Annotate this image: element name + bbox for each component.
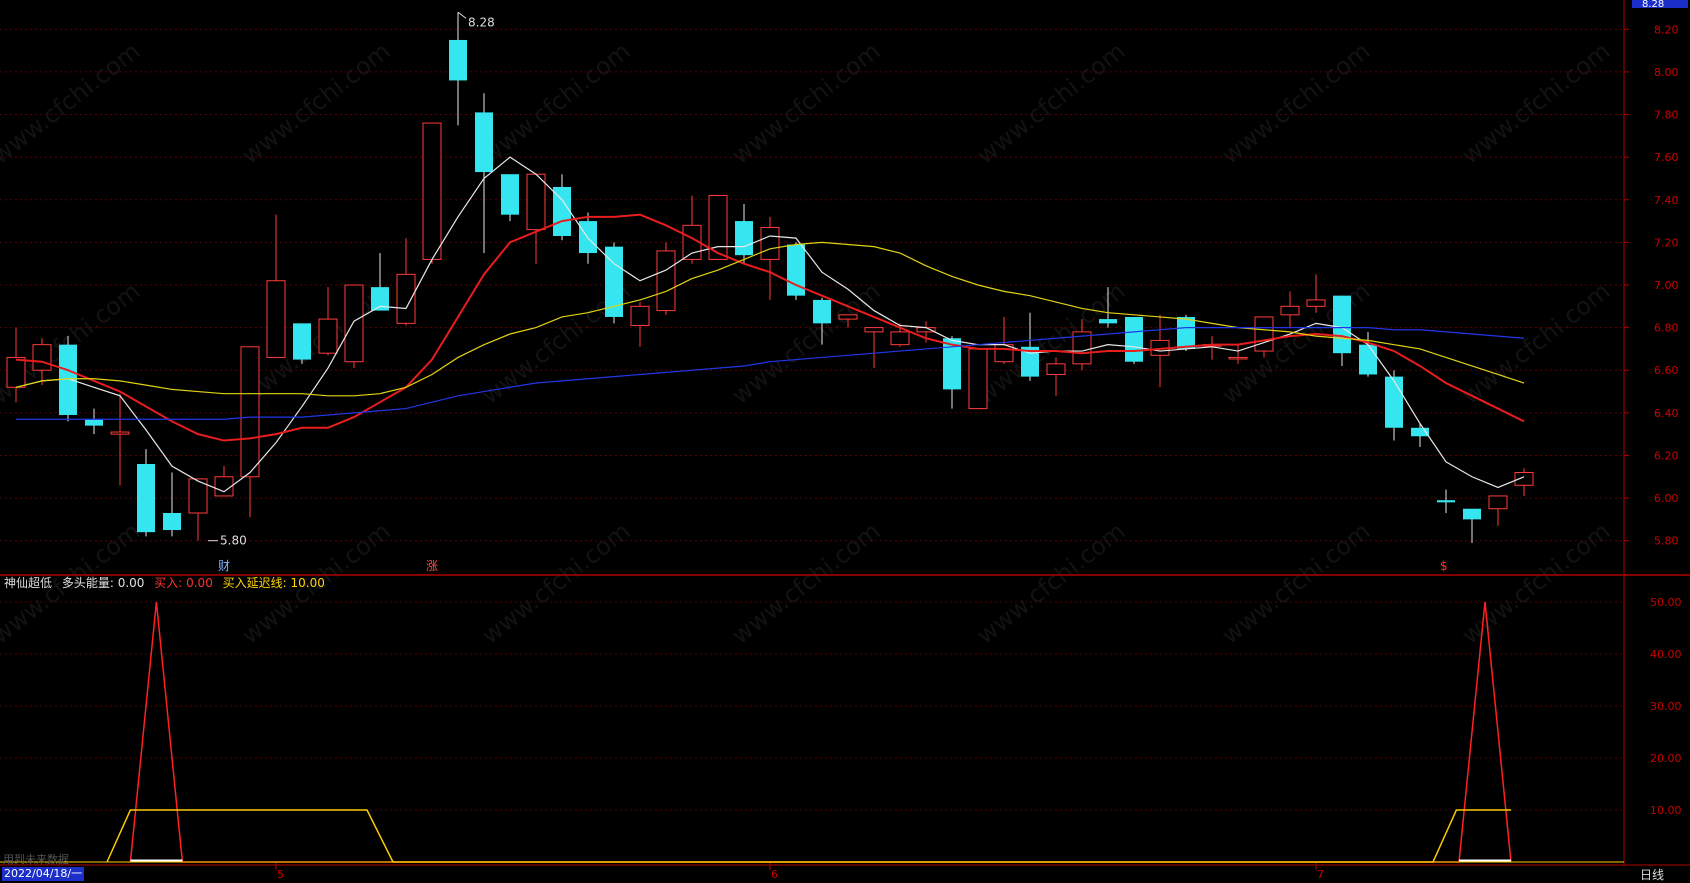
candle-body-up [968, 348, 988, 410]
candle-body-up [396, 273, 416, 324]
price-tick-label: 7.60 [1654, 151, 1679, 164]
candle-body-down [813, 299, 831, 324]
candle-body-down [1099, 319, 1117, 324]
watermark-text: www.cfchi.com [971, 517, 1130, 650]
indicator-tick-label: 10.00 [1650, 804, 1682, 817]
indicator-tick-label: 20.00 [1650, 752, 1682, 765]
candle-body-down [137, 463, 155, 533]
current-date[interactable]: 2022/04/18/一 [2, 867, 85, 881]
price-tick-label: 5.80 [1654, 535, 1679, 548]
candle-body-up [1488, 495, 1508, 510]
candle-body-up [864, 327, 884, 333]
candle-body-up [266, 280, 286, 358]
watermark-text: www.cfchi.com [726, 277, 885, 410]
indicator-energy: 多头能量: 0.00 [61, 576, 145, 590]
candle-body-down [1333, 295, 1351, 354]
candle-body-up [32, 344, 52, 371]
price-tick-label: 7.00 [1654, 279, 1679, 292]
candle-body-up [630, 305, 650, 326]
price-tick-label: 6.60 [1654, 364, 1679, 377]
candle-body-up [526, 173, 546, 231]
indicator-buy: 买入: 0.00 [154, 576, 213, 590]
candle-body-down [449, 39, 467, 81]
event-mark: $ [1440, 559, 1448, 573]
indicator-line-buy-delay [106, 809, 1511, 863]
watermark-text: www.cfchi.com [1216, 517, 1375, 650]
event-mark: 财 [218, 559, 230, 573]
price-tick-label: 6.40 [1654, 407, 1679, 420]
candle-body-down [735, 221, 753, 256]
high-marker-arrow [457, 11, 467, 19]
candle-body-down [163, 512, 181, 531]
price-tick-label: 6.20 [1654, 449, 1679, 462]
watermark-text: www.cfchi.com [1456, 517, 1615, 650]
candle-body-down [1125, 316, 1143, 362]
last-price-label: 8.28 [1642, 0, 1664, 10]
candle-body-down [1385, 376, 1403, 428]
watermark-text: www.cfchi.com [971, 37, 1130, 170]
candle-body-up [6, 356, 26, 388]
price-tick-label: 6.80 [1654, 322, 1679, 335]
period-label[interactable]: 日线 [1640, 866, 1664, 883]
candle-body-down [1463, 508, 1481, 520]
x-tick-label: 5 [277, 868, 284, 881]
future-data-note: 用到未来数据 [3, 853, 69, 866]
x-tick-label: 6 [771, 868, 778, 881]
indicator-tick-label: 50.00 [1650, 596, 1682, 609]
event-mark: 涨 [426, 558, 438, 573]
candle-body-up [1254, 316, 1274, 352]
price-tick-label: 7.20 [1654, 236, 1679, 249]
candle-body-down [293, 323, 311, 360]
candle-body-up [110, 431, 130, 435]
candle-body-down [475, 112, 493, 173]
watermark-text: www.cfchi.com [476, 37, 635, 170]
indicator-legend: 神仙超低 多头能量: 0.00 买入: 0.00 买入延迟线: 10.00 [4, 574, 331, 591]
candle-body-down [85, 419, 103, 426]
price-tick-label: 8.20 [1654, 23, 1679, 36]
candle-body-up [1228, 356, 1248, 360]
candle-body-up [422, 122, 442, 260]
watermark-text: www.cfchi.com [476, 517, 635, 650]
watermark-text: www.cfchi.com [726, 37, 885, 170]
low-marker-label: 5.80 [220, 534, 247, 548]
watermark-text: www.cfchi.com [0, 37, 145, 170]
indicator-tick-label: 30.00 [1650, 700, 1682, 713]
candle-body-up [760, 226, 780, 260]
indicator-name: 神仙超低 [4, 576, 53, 590]
price-tick-label: 6.00 [1654, 492, 1679, 505]
kline-chart[interactable]: www.cfchi.com www.cfchi.com www.cfchi.com w… [0, 0, 1690, 882]
candle-body-up [838, 314, 858, 320]
watermark-text: www.cfchi.com [1456, 37, 1615, 170]
watermark-text: www.cfchi.com [1456, 277, 1615, 410]
indicator-line-buy [129, 601, 1512, 863]
price-tick-label: 7.40 [1654, 194, 1679, 207]
candle-body-up [890, 331, 910, 346]
indicator-buy-delay: 买入延迟线: 10.00 [222, 576, 325, 590]
candle-body-up [1306, 299, 1326, 307]
candle-body-down [1177, 316, 1195, 349]
watermark-text: www.cfchi.com [1216, 37, 1375, 170]
candle-body-down [1437, 500, 1455, 503]
watermark-text: www.cfchi.com [726, 517, 885, 650]
high-marker-label: 8.28 [468, 15, 495, 29]
candle-body-down [501, 174, 519, 215]
watermark-text: www.cfchi.com [236, 37, 395, 170]
price-tick-label: 7.80 [1654, 109, 1679, 122]
price-tick-label: 8.00 [1654, 66, 1679, 79]
candle-body-up [1046, 363, 1066, 375]
candle-body-up [318, 318, 338, 354]
candle-body-up [344, 284, 364, 363]
candle-body-down [1359, 344, 1377, 375]
candle-body-up [656, 250, 676, 312]
candle-body-up [1280, 305, 1300, 316]
indicator-tick-label: 40.00 [1650, 648, 1682, 661]
candle-body-up [240, 346, 260, 478]
x-tick-label: 7 [1317, 868, 1324, 881]
